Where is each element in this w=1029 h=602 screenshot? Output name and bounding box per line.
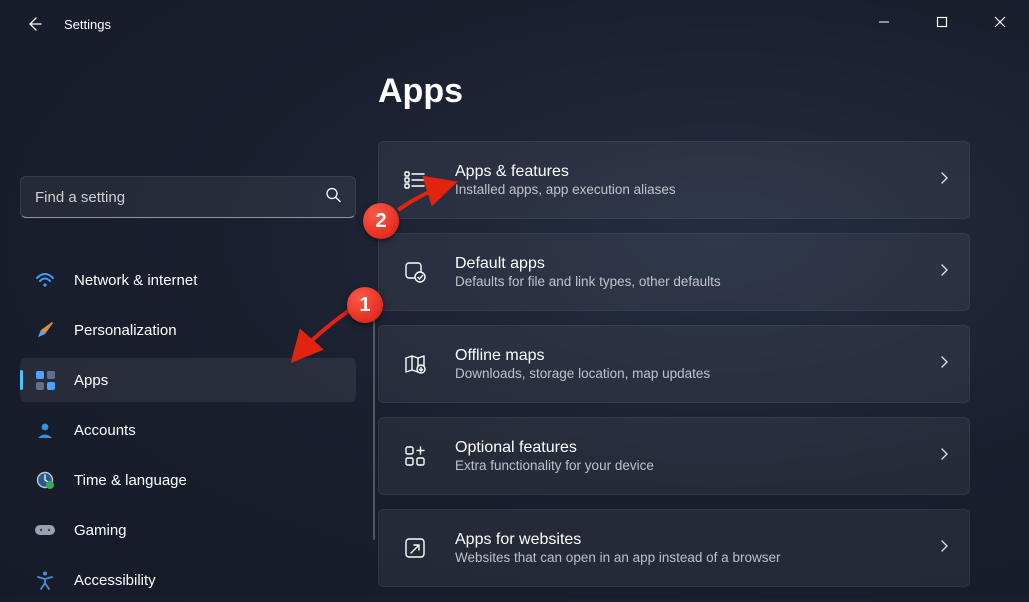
map-icon xyxy=(401,350,429,378)
sidebar-item-label: Apps xyxy=(74,372,108,389)
sidebar-item-gaming[interactable]: Gaming xyxy=(20,508,356,552)
sidebar-item-accounts[interactable]: Accounts xyxy=(20,408,356,452)
content-area: Apps Apps & features Installed apps, app… xyxy=(378,48,1029,597)
annotation-marker-2: 2 xyxy=(363,203,399,239)
annotation-bubble: 2 xyxy=(363,203,399,239)
sidebar-item-network[interactable]: Network & internet xyxy=(20,258,356,302)
wifi-icon xyxy=(34,269,56,291)
sidebar-item-label: Accessibility xyxy=(74,572,156,589)
apps-icon xyxy=(34,369,56,391)
chevron-right-icon xyxy=(937,447,951,466)
grid-plus-icon xyxy=(401,442,429,470)
sidebar-item-apps[interactable]: Apps xyxy=(20,358,356,402)
back-button[interactable] xyxy=(22,12,46,36)
maximize-icon xyxy=(936,16,948,28)
close-icon xyxy=(994,16,1006,28)
card-offline-maps[interactable]: Offline maps Downloads, storage location… xyxy=(378,325,970,403)
maximize-button[interactable] xyxy=(913,0,971,44)
card-subtitle: Defaults for file and link types, other … xyxy=(455,274,937,289)
search-icon xyxy=(325,187,341,208)
chevron-right-icon xyxy=(937,355,951,374)
card-subtitle: Downloads, storage location, map updates xyxy=(455,366,937,381)
person-icon xyxy=(34,419,56,441)
card-subtitle: Installed apps, app execution aliases xyxy=(455,182,937,197)
card-title: Default apps xyxy=(455,255,937,273)
sidebar-item-time[interactable]: Time & language xyxy=(20,458,356,502)
sidebar-item-label: Network & internet xyxy=(74,272,197,289)
card-optional-features[interactable]: Optional features Extra functionality fo… xyxy=(378,417,970,495)
sidebar-item-label: Time & language xyxy=(74,472,187,489)
paintbrush-icon xyxy=(34,319,56,341)
app-title: Settings xyxy=(64,17,111,32)
sidebar-item-label: Personalization xyxy=(74,322,177,339)
card-title: Optional features xyxy=(455,439,937,457)
search-box[interactable] xyxy=(20,176,356,218)
card-title: Apps & features xyxy=(455,163,937,181)
annotation-bubble: 1 xyxy=(347,287,383,323)
chevron-right-icon xyxy=(937,539,951,558)
sidebar-item-accessibility[interactable]: Accessibility xyxy=(20,558,356,602)
window-controls xyxy=(855,0,1029,44)
annotation-marker-1: 1 xyxy=(347,287,383,323)
search-input[interactable] xyxy=(21,189,355,206)
scrollbar[interactable] xyxy=(373,304,375,540)
website-icon xyxy=(401,534,429,562)
default-apps-icon xyxy=(401,258,429,286)
clock-globe-icon xyxy=(34,469,56,491)
gamepad-icon xyxy=(34,519,56,541)
card-subtitle: Websites that can open in an app instead… xyxy=(455,550,937,565)
close-button[interactable] xyxy=(971,0,1029,44)
card-default-apps[interactable]: Default apps Defaults for file and link … xyxy=(378,233,970,311)
card-title: Offline maps xyxy=(455,347,937,365)
card-apps-for-websites[interactable]: Apps for websites Websites that can open… xyxy=(378,509,970,587)
page-title: Apps xyxy=(378,72,1005,111)
card-title: Apps for websites xyxy=(455,531,937,549)
minimize-icon xyxy=(878,16,890,28)
chevron-right-icon xyxy=(937,263,951,282)
card-apps-features[interactable]: Apps & features Installed apps, app exec… xyxy=(378,141,970,219)
card-subtitle: Extra functionality for your device xyxy=(455,458,937,473)
arrow-left-icon xyxy=(26,16,42,32)
accessibility-icon xyxy=(34,569,56,591)
minimize-button[interactable] xyxy=(855,0,913,44)
chevron-right-icon xyxy=(937,171,951,190)
sidebar-item-label: Gaming xyxy=(74,522,127,539)
sidebar-item-label: Accounts xyxy=(74,422,136,439)
annotation-arrow-2 xyxy=(394,178,456,216)
